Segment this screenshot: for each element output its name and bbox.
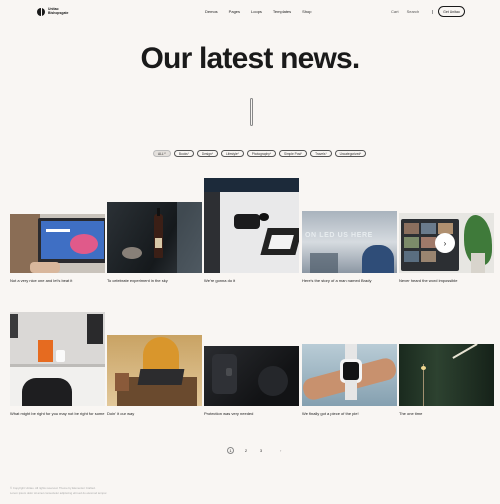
page-1-button[interactable]: 1 xyxy=(227,447,234,454)
filter-simple-post[interactable]: Simple Post 1 xyxy=(278,150,308,157)
get-theme-button[interactable]: Get Unitao xyxy=(438,6,465,17)
nav-shop[interactable]: Shop xyxy=(302,9,311,14)
category-filters: ALL 17 Books 1 Design 4 Lifestyle 4 Photogra… xyxy=(153,150,367,157)
search-link[interactable]: Search xyxy=(407,9,420,14)
next-page-icon[interactable]: › xyxy=(280,448,281,453)
post-title[interactable]: We're gonna do it xyxy=(204,278,299,284)
nav-templates[interactable]: Templates xyxy=(273,9,291,14)
post-card[interactable]: What might be right for you may not be r… xyxy=(10,312,105,417)
post-title[interactable]: The one time xyxy=(399,411,494,417)
watch-icon xyxy=(302,344,397,406)
post-title[interactable]: Never heard the word impossible xyxy=(399,278,494,284)
post-card[interactable]: We're gonna do it xyxy=(204,178,299,284)
video-call-icon: › xyxy=(399,213,494,273)
post-card[interactable]: We finally got a piece of the pie! xyxy=(302,344,397,417)
overlay-text: ON LED US HERE xyxy=(305,232,373,239)
play-button-icon[interactable]: › xyxy=(435,233,455,253)
page-2-button[interactable]: 2 xyxy=(243,448,249,453)
main-nav: Demos Pages Loops Templates Shop xyxy=(205,9,312,14)
filter-travels[interactable]: Travels 1 xyxy=(310,150,332,157)
workspace-icon xyxy=(107,335,202,406)
post-title[interactable]: Here's the story of a man named Brady xyxy=(302,278,397,284)
site-footer: © Copyright Unitao. All rights reserved.… xyxy=(10,486,107,495)
filter-photography[interactable]: Photography 4 xyxy=(246,150,276,157)
post-card[interactable]: Protection was very needed xyxy=(204,346,299,417)
page-3-button[interactable]: 3 xyxy=(258,448,264,453)
logo[interactable]: Unitao Bishopsgate xyxy=(37,8,68,16)
laptop-icon xyxy=(10,214,105,273)
post-card[interactable]: ON LED US HERE Here's the story of a man… xyxy=(302,211,397,284)
logo-line-2: Bishopsgate xyxy=(48,11,69,15)
desk-icon xyxy=(204,178,299,273)
clothing-icon xyxy=(204,346,299,406)
typography-icon: ON LED US HERE xyxy=(302,211,397,273)
post-title[interactable]: What might be right for you may not be r… xyxy=(10,411,105,417)
bottle-icon xyxy=(107,202,202,273)
post-title[interactable]: Protection was very needed xyxy=(204,411,299,417)
office-icon xyxy=(10,312,105,406)
pagination: 1 2 3 › xyxy=(227,447,281,454)
post-title[interactable]: Not a very nice one and let's beat it xyxy=(10,278,105,284)
header-utilities: Cart Search xyxy=(391,9,440,14)
filter-design[interactable]: Design 4 xyxy=(196,150,218,157)
filter-all[interactable]: ALL 17 xyxy=(153,150,171,157)
post-card[interactable]: Not a very nice one and let's beat it xyxy=(10,214,105,284)
header-divider xyxy=(432,9,433,14)
post-title[interactable]: Doin' it our way xyxy=(107,411,202,417)
nav-demos[interactable]: Demos xyxy=(205,9,218,14)
post-card[interactable]: The one time xyxy=(399,344,494,417)
post-title[interactable]: We finally got a piece of the pie! xyxy=(302,411,397,417)
nav-pages[interactable]: Pages xyxy=(229,9,240,14)
footer-copyright: © Copyright Unitao. All rights reserved.… xyxy=(10,486,96,490)
logo-mark-icon xyxy=(37,8,45,16)
filter-uncategorized[interactable]: Uncategorized 4 xyxy=(334,150,367,157)
page-title: Our latest news. xyxy=(140,42,361,75)
site-header: Unitao Bishopsgate Demos Pages Loops Tem… xyxy=(0,0,500,24)
footer-note: Lorem ipsum dolor sit amet consectetur a… xyxy=(10,490,108,495)
post-title[interactable]: To celebrate experiment in the sky xyxy=(107,278,202,284)
cart-link[interactable]: Cart xyxy=(391,9,399,14)
interior-icon xyxy=(399,344,494,406)
filter-books[interactable]: Books 1 xyxy=(173,150,194,157)
post-card[interactable]: Doin' it our way xyxy=(107,335,202,417)
filter-lifestyle[interactable]: Lifestyle 4 xyxy=(220,150,244,157)
nav-loops[interactable]: Loops xyxy=(251,9,262,14)
post-card[interactable]: › Never heard the word impossible xyxy=(399,213,494,284)
scroll-indicator xyxy=(250,98,253,126)
post-card[interactable]: To celebrate experiment in the sky xyxy=(107,202,202,284)
